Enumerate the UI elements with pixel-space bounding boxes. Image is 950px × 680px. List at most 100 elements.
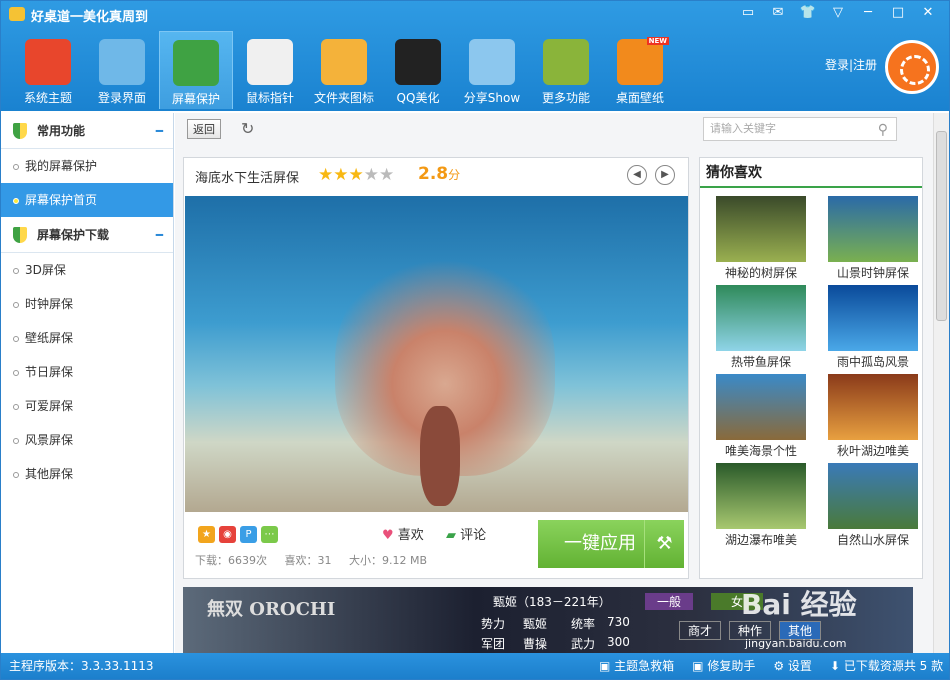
settings-link[interactable]: ⚙ 设置 <box>773 653 812 679</box>
sidebar-section-title: 屏幕保护下载 <box>37 228 110 242</box>
nav-item-8[interactable]: NEW 桌面壁纸 <box>603 31 677 109</box>
banner-command: 730 <box>607 615 630 629</box>
recommend-grid: 神秘的树屏保 山景时钟屏保 热带鱼屏保 雨中孤岛风景 唯美海景个性 秋叶湖边唯美 湖边瀑布唯… <box>700 188 922 548</box>
like-count: 喜欢：31 <box>284 554 332 567</box>
comment-icon: ▰ <box>446 528 456 543</box>
recommend-item[interactable]: 神秘的树屏保 <box>706 196 816 281</box>
recommend-thumbnail[interactable] <box>716 196 806 262</box>
collapse-icon[interactable]: ━ <box>156 217 163 253</box>
nav-item-6[interactable]: 分享Show <box>455 31 529 109</box>
sidebar-section-header[interactable]: 屏幕保护下载 ━ <box>1 217 173 253</box>
nav-item-label: QQ美化 <box>396 91 440 105</box>
screensaver-preview-image[interactable] <box>185 196 688 512</box>
sidebar-section-header[interactable]: 常用功能 ━ <box>1 113 173 149</box>
recommend-item[interactable]: 雨中孤岛风景 <box>818 285 928 370</box>
refresh-icon[interactable]: ↻ <box>241 119 254 138</box>
sidebar-item[interactable]: 可爱屏保 <box>1 389 173 423</box>
window-controls: ▭ ✉ 👕 ▽ ─ □ ✕ <box>735 3 941 23</box>
recommend-label[interactable]: 唯美海景个性 <box>706 442 816 459</box>
shield-icon <box>13 227 27 243</box>
rating-unit: 分 <box>448 168 461 182</box>
share-icon <box>469 39 515 85</box>
message-icon[interactable]: ✉ <box>765 3 791 23</box>
file-size: 大小：9.12 MB <box>349 554 428 567</box>
recommend-thumbnail[interactable] <box>828 374 918 440</box>
recommend-label[interactable]: 自然山水屏保 <box>818 531 928 548</box>
install-icon[interactable]: ⚒ <box>644 520 684 568</box>
recommend-title: 猜你喜欢 <box>700 158 922 188</box>
avatar[interactable] <box>885 40 939 94</box>
more-share-icon[interactable]: ⋯ <box>261 526 278 543</box>
minimize-button[interactable]: ─ <box>855 3 881 23</box>
nav-item-7[interactable]: 更多功能 <box>529 31 603 109</box>
banner-btn-trade[interactable]: 商才 <box>679 621 722 640</box>
sidebar-item[interactable]: 时钟屏保 <box>1 287 173 321</box>
qzone-icon[interactable]: ★ <box>198 526 215 543</box>
nav-item-4[interactable]: 文件夹图标 <box>307 31 381 109</box>
recommend-label[interactable]: 神秘的树屏保 <box>706 264 816 281</box>
like-label: 喜欢 <box>397 528 424 543</box>
apply-button[interactable]: 一键应用 ⚒ <box>538 520 684 568</box>
recommend-item[interactable]: 山景时钟屏保 <box>818 196 928 281</box>
recommend-thumbnail[interactable] <box>716 463 806 529</box>
recommend-label[interactable]: 秋叶湖边唯美 <box>818 442 928 459</box>
recommend-item[interactable]: 热带鱼屏保 <box>706 285 816 370</box>
banner-army: 曹操 <box>523 637 548 651</box>
downloaded-link[interactable]: ⬇ 已下载资源共 5 款 <box>830 653 943 679</box>
search-icon[interactable]: ⚲ <box>878 119 888 141</box>
nav-item-3[interactable]: 鼠标指针 <box>233 31 307 109</box>
recommend-item[interactable]: 湖边瀑布唯美 <box>706 463 816 548</box>
like-button[interactable]: ♥ 喜欢 <box>382 524 424 543</box>
top-nav: 系统主题 登录界面 屏幕保护 鼠标指针 文件夹图标 QQ美化 分享Show 更多功能 NEW 桌面… <box>11 31 677 109</box>
repair-helper-link[interactable]: ▣ 修复助手 <box>692 653 755 679</box>
sidebar-item[interactable]: 我的屏幕保护 <box>1 149 173 183</box>
prev-arrow-icon[interactable]: ◀ <box>627 165 647 185</box>
close-button[interactable]: ✕ <box>915 3 941 23</box>
scrollbar-thumb[interactable] <box>936 131 947 321</box>
nav-item-5[interactable]: QQ美化 <box>381 31 455 109</box>
search-input[interactable]: 请输入关键字 ⚲ <box>703 117 897 141</box>
recommend-label[interactable]: 雨中孤岛风景 <box>818 353 928 370</box>
paper-plane-icon <box>247 39 293 85</box>
login-register-link[interactable]: 登录|注册 <box>825 56 877 73</box>
maximize-button[interactable]: □ <box>885 3 911 23</box>
menu-dropdown-icon[interactable]: ▽ <box>825 3 851 23</box>
sidebar-item[interactable]: 壁纸屏保 <box>1 321 173 355</box>
status-bar: 主程序版本：3.3.33.1113 ▣ 主题急救箱 ▣ 修复助手 ⚙ 设置 ⬇ … <box>1 653 949 679</box>
recommend-thumbnail[interactable] <box>828 463 918 529</box>
recommend-label[interactable]: 湖边瀑布唯美 <box>706 531 816 548</box>
nav-item-label: 屏幕保护 <box>171 92 220 106</box>
collapse-icon[interactable]: ━ <box>156 113 163 149</box>
next-arrow-icon[interactable]: ▶ <box>655 165 675 185</box>
recommend-thumbnail[interactable] <box>716 374 806 440</box>
nav-item-label: 系统主题 <box>23 91 72 105</box>
recommend-label[interactable]: 热带鱼屏保 <box>706 353 816 370</box>
banner-faction-label: 势力 <box>481 617 506 631</box>
recommend-item[interactable]: 自然山水屏保 <box>818 463 928 548</box>
sidebar-item[interactable]: 3D屏保 <box>1 253 173 287</box>
windows-logo-icon <box>25 39 71 85</box>
sidebar-item[interactable]: 节日屏保 <box>1 355 173 389</box>
skin-icon[interactable]: ▭ <box>735 3 761 23</box>
app-logo-icon <box>9 7 25 21</box>
theme-rescue-link[interactable]: ▣ 主题急救箱 <box>599 653 674 679</box>
recommend-item[interactable]: 秋叶湖边唯美 <box>818 374 928 459</box>
recommend-thumbnail[interactable] <box>828 285 918 351</box>
weibo-icon[interactable]: ◉ <box>219 526 236 543</box>
comment-button[interactable]: ▰ 评论 <box>446 524 486 543</box>
sidebar-item[interactable]: 其他屏保 <box>1 457 173 491</box>
back-button[interactable]: 返回 <box>187 119 221 139</box>
recommend-thumbnail[interactable] <box>828 196 918 262</box>
nav-item-0[interactable]: 系统主题 <box>11 31 85 109</box>
vertical-scrollbar[interactable] <box>933 113 949 653</box>
recommend-thumbnail[interactable] <box>716 285 806 351</box>
nav-item-1[interactable]: 登录界面 <box>85 31 159 109</box>
rating-value: 2.8 <box>418 164 449 184</box>
tencent-weibo-icon[interactable]: P <box>240 526 257 543</box>
recommend-label[interactable]: 山景时钟屏保 <box>818 264 928 281</box>
nav-item-2[interactable]: 屏幕保护 <box>159 31 233 109</box>
shirt-icon[interactable]: 👕 <box>795 3 821 23</box>
sidebar-item[interactable]: 屏幕保护首页 <box>1 183 173 217</box>
sidebar-item[interactable]: 风景屏保 <box>1 423 173 457</box>
recommend-item[interactable]: 唯美海景个性 <box>706 374 816 459</box>
